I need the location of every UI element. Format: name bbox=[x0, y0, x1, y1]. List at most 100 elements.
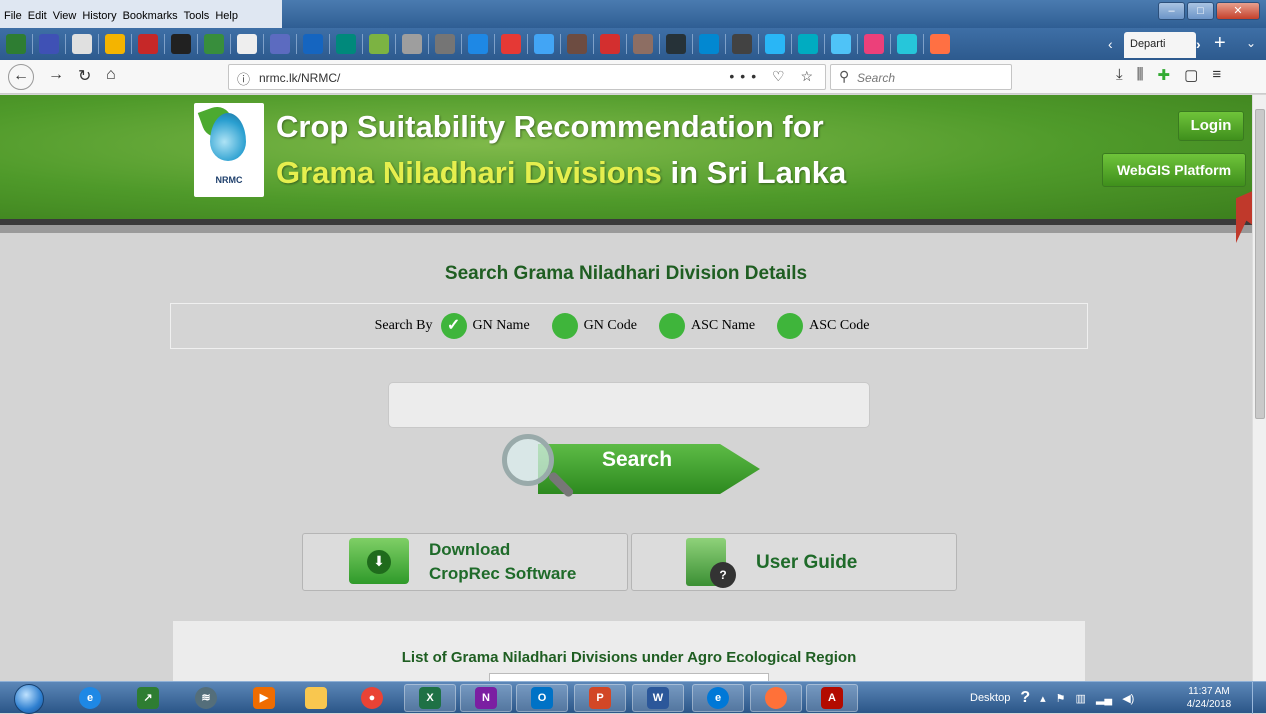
bookmark-icon[interactable] bbox=[402, 34, 422, 54]
minimize-icon[interactable]: – bbox=[1158, 2, 1185, 20]
download-label-line1[interactable]: Download bbox=[429, 540, 510, 560]
library-icon[interactable]: ⫼ bbox=[1137, 66, 1144, 84]
download-icon[interactable]: ⤓ bbox=[1116, 66, 1123, 84]
bookmark-icon[interactable] bbox=[138, 34, 158, 54]
nrmc-logo[interactable]: NRMC bbox=[194, 102, 264, 197]
taskbar-explorer[interactable] bbox=[290, 684, 342, 712]
bookmark-icon[interactable] bbox=[72, 34, 92, 54]
bookmark-icon[interactable] bbox=[501, 34, 521, 54]
taskbar-edge[interactable]: e bbox=[692, 684, 744, 712]
taskbar-firefox[interactable] bbox=[750, 684, 802, 712]
search-bar[interactable]: ⚲ Search bbox=[830, 64, 1012, 90]
taskbar-acrobat[interactable]: A bbox=[806, 684, 858, 712]
sidebar-icon[interactable]: ▢ bbox=[1184, 66, 1198, 84]
back-icon[interactable]: ← bbox=[8, 64, 34, 90]
ie-icon[interactable]: e bbox=[79, 687, 101, 709]
bookmark-icon[interactable] bbox=[237, 34, 257, 54]
radio-gn-name[interactable]: ✓ GN Name bbox=[440, 313, 530, 339]
bookmark-icon[interactable] bbox=[765, 34, 785, 54]
bookmark-icon[interactable] bbox=[6, 34, 26, 54]
menu-bookmarks[interactable]: Bookmarks bbox=[123, 10, 178, 28]
menu-edit[interactable]: Edit bbox=[28, 10, 47, 28]
outlook-icon[interactable]: O bbox=[531, 687, 553, 709]
user-guide-label[interactable]: User Guide bbox=[756, 552, 857, 574]
tab-scroll-right-icon[interactable]: › bbox=[1196, 36, 1201, 52]
search-button[interactable]: Search bbox=[500, 432, 762, 518]
chart-app-icon[interactable]: ↗ bbox=[137, 687, 159, 709]
menu-history[interactable]: History bbox=[82, 10, 116, 28]
taskbar-media[interactable]: ▶ bbox=[238, 684, 290, 712]
region-select[interactable] bbox=[489, 673, 769, 681]
flag-icon[interactable]: ⚑ bbox=[1056, 692, 1066, 705]
powerpoint-icon[interactable]: P bbox=[589, 687, 611, 709]
vertical-scrollbar[interactable] bbox=[1252, 95, 1266, 681]
bookmark-icon[interactable] bbox=[699, 34, 719, 54]
download-software-button[interactable]: ⬇ Download CropRec Software bbox=[302, 533, 628, 591]
bookmark-icon[interactable] bbox=[270, 34, 290, 54]
volume-icon[interactable]: ◀) bbox=[1122, 692, 1134, 705]
taskbar-onenote[interactable]: N bbox=[460, 684, 512, 712]
close-icon[interactable]: ✕ bbox=[1216, 2, 1260, 20]
bookmark-icon[interactable] bbox=[666, 34, 686, 54]
bookmark-icon[interactable] bbox=[633, 34, 653, 54]
radio-asc-name[interactable]: ASC Name bbox=[658, 313, 755, 339]
bookmark-icon[interactable] bbox=[930, 34, 950, 54]
help-icon[interactable]: ? bbox=[1020, 689, 1030, 707]
bookmark-icon[interactable] bbox=[600, 34, 620, 54]
scrollbar-thumb[interactable] bbox=[1255, 109, 1265, 419]
tray-expand-icon[interactable]: ▴ bbox=[1040, 692, 1046, 705]
wifi-icon[interactable]: ≋ bbox=[195, 687, 217, 709]
menu-view[interactable]: View bbox=[53, 10, 77, 28]
bookmark-icon[interactable] bbox=[798, 34, 818, 54]
download-label-line2[interactable]: CropRec Software bbox=[429, 564, 576, 584]
forward-icon[interactable]: → bbox=[48, 66, 64, 84]
show-desktop-button[interactable] bbox=[1252, 682, 1266, 714]
radio-gn-code[interactable]: GN Code bbox=[551, 313, 637, 339]
acrobat-icon[interactable]: A bbox=[821, 687, 843, 709]
word-icon[interactable]: W bbox=[647, 687, 669, 709]
url-bar[interactable]: ⓘ nrmc.lk/NRMC/ ••• ♡ ☆ bbox=[228, 64, 826, 90]
login-button[interactable]: Login bbox=[1178, 111, 1244, 141]
bookmark-icon[interactable] bbox=[897, 34, 917, 54]
radio-icon[interactable] bbox=[777, 313, 804, 339]
chrome-icon[interactable]: ● bbox=[361, 687, 383, 709]
maximize-icon[interactable]: □ bbox=[1187, 2, 1214, 20]
taskbar-word[interactable]: W bbox=[632, 684, 684, 712]
taskbar-outlook[interactable]: O bbox=[516, 684, 568, 712]
home-icon[interactable]: ⌂ bbox=[106, 66, 116, 84]
taskbar-excel[interactable]: X bbox=[404, 684, 456, 712]
bookmark-icon[interactable] bbox=[204, 34, 224, 54]
menu-icon[interactable]: ≡ bbox=[1212, 66, 1221, 84]
bookmark-icon[interactable] bbox=[105, 34, 125, 54]
bookmark-icon[interactable] bbox=[171, 34, 191, 54]
radio-asc-code[interactable]: ASC Code bbox=[777, 313, 869, 339]
user-guide-button[interactable]: ? User Guide bbox=[631, 533, 957, 591]
signal-icon[interactable]: ▂▄ bbox=[1096, 692, 1112, 705]
desktop-toolbar-label[interactable]: Desktop bbox=[970, 692, 1010, 704]
edge-icon[interactable]: e bbox=[707, 687, 729, 709]
bookmark-icon[interactable] bbox=[336, 34, 356, 54]
taskbar-app[interactable]: ↗ bbox=[122, 684, 174, 712]
radio-icon[interactable] bbox=[658, 313, 685, 339]
reload-icon[interactable]: ↻ bbox=[78, 66, 91, 86]
search-input[interactable] bbox=[388, 382, 870, 428]
excel-icon[interactable]: X bbox=[419, 687, 441, 709]
browser-tab[interactable]: Departi bbox=[1124, 32, 1196, 58]
taskbar-chrome[interactable]: ● bbox=[346, 684, 398, 712]
url-text[interactable]: nrmc.lk/NRMC/ bbox=[259, 71, 340, 85]
bookmark-icon[interactable] bbox=[732, 34, 752, 54]
taskbar-powerpoint[interactable]: P bbox=[574, 684, 626, 712]
bookmark-icon[interactable] bbox=[534, 34, 554, 54]
addon-icon[interactable]: ✚ bbox=[1158, 66, 1171, 84]
new-tab-icon[interactable]: + bbox=[1214, 32, 1226, 55]
menu-file[interactable]: File bbox=[4, 10, 22, 28]
clock[interactable]: 11:37 AM 4/24/2018 bbox=[1178, 685, 1240, 711]
media-player-icon[interactable]: ▶ bbox=[253, 687, 275, 709]
taskbar-wifi[interactable]: ≋ bbox=[180, 684, 232, 712]
tab-scroll-left-icon[interactable]: ‹ bbox=[1108, 36, 1113, 52]
radio-icon[interactable] bbox=[551, 313, 578, 339]
bookmark-icon[interactable] bbox=[567, 34, 587, 54]
onenote-icon[interactable]: N bbox=[475, 687, 497, 709]
menu-tools[interactable]: Tools bbox=[184, 10, 210, 28]
page-actions[interactable]: ••• ♡ ☆ bbox=[729, 68, 819, 85]
